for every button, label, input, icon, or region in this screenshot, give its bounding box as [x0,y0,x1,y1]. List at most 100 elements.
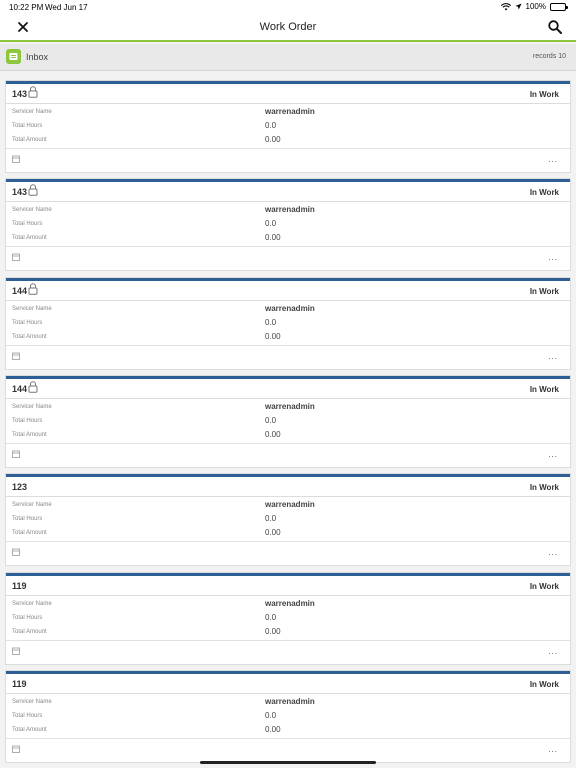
total-amount-value: 0.00 [265,135,281,144]
records-count: records 10 [532,53,566,60]
card-body: Servicer Name warrenadmin Total Hours 0.… [6,497,570,543]
card-header: 123 In Work [6,477,570,498]
lock-icon [28,86,38,98]
hours-row: Total Hours 0.0 [6,415,570,429]
total-hours-label: Total Hours [12,614,43,621]
work-order-number: 119 [12,678,27,689]
status-badge: In Work [529,90,559,99]
calendar-icon [12,745,20,753]
card-body: Servicer Name warrenadmin Total Hours 0.… [6,596,570,641]
status-date: Wed Jun 17 [45,3,88,12]
work-order-card[interactable]: 144 In Work Servicer Name warrenadmin To… [6,277,570,369]
calendar-icon [12,548,20,557]
more-options-button[interactable]: ... [548,548,558,557]
total-hours-value: 0.0 [265,710,277,720]
calendar-icon [12,155,20,163]
calendar-icon [12,253,20,262]
more-options-button[interactable]: ... [548,352,558,361]
status-badge: In Work [529,679,559,689]
work-order-number: 144 [12,285,28,296]
amount-row: Total Amount 0.00 [6,724,570,738]
total-hours-label: Total Hours [12,319,43,326]
lock-icon [28,381,38,393]
more-options-button[interactable]: ... [548,155,558,164]
total-hours-value: 0.0 [265,219,277,229]
more-options-button[interactable]: ... [548,647,558,656]
total-hours-value: 0.0 [265,612,277,622]
work-order-card[interactable]: 143 In Work Servicer Name warrenadmin To… [6,81,570,172]
total-hours-value: 0.0 [265,121,277,130]
nav-bar: Work Order [0,14,576,42]
hours-row: Total Hours 0.0 [6,317,570,331]
work-order-card[interactable]: 119 In Work Servicer Name warrenadmin To… [6,572,570,664]
card-header: 144 In Work [6,281,570,301]
inbox-bar[interactable]: Inbox records 10 [0,44,576,71]
location-arrow-icon [515,3,522,10]
amount-row: Total Amount 0.00 [6,626,570,640]
servicer-name-value: warrenadmin [265,107,315,116]
total-amount-label: Total Amount [12,235,47,242]
servicer-name-label: Servicer Name [12,305,52,312]
total-amount-label: Total Amount [12,628,47,635]
more-options-button[interactable]: ... [548,450,558,459]
servicer-name-label: Servicer Name [12,698,52,705]
card-body: Servicer Name warrenadmin Total Hours 0.… [6,301,570,346]
status-badge: In Work [529,581,559,591]
card-body: Servicer Name warrenadmin Total Hours 0.… [6,399,570,444]
total-amount-label: Total Amount [12,431,47,438]
servicer-name-value: warrenadmin [265,303,315,313]
servicer-row: Servicer Name warrenadmin [6,598,570,612]
work-order-card[interactable]: 144 In Work Servicer Name warrenadmin To… [6,375,570,467]
total-amount-label: Total Amount [12,726,47,733]
servicer-name-label: Servicer Name [12,403,52,410]
page-title: Work Order [259,21,317,33]
more-options-button[interactable]: ... [548,745,558,754]
status-time: 10:22 PM [9,3,44,12]
card-header: 144 In Work [6,379,570,399]
status-badge: In Work [529,384,559,394]
servicer-row: Servicer Name warrenadmin [6,499,570,513]
search-icon[interactable] [547,19,563,35]
more-options-button[interactable]: ... [548,253,558,262]
servicer-name-value: warrenadmin [265,500,315,510]
total-hours-label: Total Hours [12,417,43,424]
total-hours-label: Total Hours [12,123,43,129]
amount-row: Total Amount 0.00 [6,429,570,443]
work-order-number: 123 [12,482,28,493]
work-order-number: 143 [12,89,28,99]
status-indicators: 100% [500,2,568,11]
card-body: Servicer Name warrenadmin Total Hours 0.… [6,202,570,248]
card-header: 119 In Work [6,674,570,694]
total-amount-value: 0.00 [265,626,281,636]
card-footer: ... [6,641,570,664]
work-order-card[interactable]: 119 In Work Servicer Name warrenadmin To… [6,670,570,762]
servicer-name-label: Servicer Name [12,207,52,214]
calendar-icon [12,450,20,458]
amount-row: Total Amount 0.00 [6,134,570,148]
status-badge: In Work [529,483,559,493]
card-footer: ... [6,346,570,369]
amount-row: Total Amount 0.00 [6,331,570,345]
card-body: Servicer Name warrenadmin Total Hours 0.… [6,694,570,739]
servicer-row: Servicer Name warrenadmin [6,204,570,218]
work-order-card[interactable]: 123 In Work Servicer Name warrenadmin To… [6,474,570,566]
card-footer: ... [6,739,570,762]
servicer-row: Servicer Name warrenadmin [6,303,570,317]
status-bar: 10:22 PM Wed Jun 17 100% [0,0,576,14]
status-badge: In Work [529,286,559,296]
total-amount-value: 0.00 [265,724,281,734]
inbox-label: Inbox [26,52,49,62]
total-hours-label: Total Hours [12,516,43,523]
inbox-icon [6,49,21,64]
hours-row: Total Hours 0.0 [6,513,570,527]
work-order-number: 143 [12,187,28,198]
card-header: 143 In Work [6,182,570,203]
total-amount-value: 0.00 [265,233,281,243]
wifi-icon [500,2,511,10]
total-amount-label: Total Amount [12,333,47,340]
servicer-row: Servicer Name warrenadmin [6,106,570,120]
home-indicator[interactable] [200,761,376,764]
total-hours-value: 0.0 [265,317,277,327]
total-hours-label: Total Hours [12,712,43,719]
work-order-card[interactable]: 143 In Work Servicer Name warrenadmin To… [6,179,570,271]
